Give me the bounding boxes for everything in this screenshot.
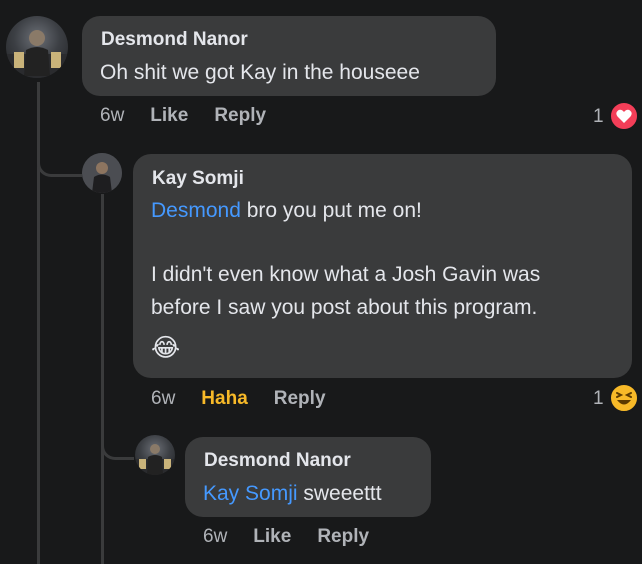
thread-line-reply <box>101 194 104 564</box>
reaction-count[interactable]: 1 <box>593 106 604 128</box>
heart-icon[interactable] <box>609 101 639 131</box>
avatar[interactable] <box>6 16 68 78</box>
comment-author[interactable]: Desmond Nanor <box>101 29 248 51</box>
comment-actions: 6w Like Reply <box>100 105 292 127</box>
comment-text-line-1: Desmond bro you put me on! <box>151 195 422 227</box>
mention-link[interactable]: Kay Somji <box>203 482 298 505</box>
comment-time[interactable]: 6w <box>151 388 175 410</box>
comment-text-line-3: before I saw you post about this program… <box>151 296 538 319</box>
comment-time[interactable]: 6w <box>203 526 227 548</box>
comment-text: Kay Somji sweeettt <box>203 478 382 510</box>
comment-text: Oh shit we got Kay in the houseee <box>100 61 420 84</box>
avatar[interactable] <box>135 435 175 475</box>
avatar[interactable] <box>82 153 122 193</box>
comment-time[interactable]: 6w <box>100 105 124 127</box>
reply-button[interactable]: Reply <box>274 388 326 410</box>
mention-link[interactable]: Desmond <box>151 199 241 222</box>
person-photo-icon <box>6 30 68 78</box>
person-photo-icon <box>82 153 122 193</box>
reply-button[interactable]: Reply <box>317 526 369 548</box>
thread-connector-2 <box>101 424 134 460</box>
comment-actions: 6w Like Reply <box>203 526 395 548</box>
laughing-emoji: 😂 <box>151 334 181 362</box>
comment-author[interactable]: Desmond Nanor <box>204 450 351 472</box>
comment-text-line-2: I didn't even know what a Josh Gavin was <box>151 263 541 286</box>
reaction-count[interactable]: 1 <box>593 388 604 410</box>
thread-connector-1 <box>37 140 82 177</box>
haha-reaction-button[interactable]: Haha <box>201 388 247 410</box>
person-photo-icon <box>135 444 175 475</box>
comment-author[interactable]: Kay Somji <box>152 168 244 190</box>
comment-actions: 6w Haha Reply <box>151 388 352 410</box>
comment-text-rest: sweeettt <box>297 482 382 505</box>
like-button[interactable]: Like <box>253 526 291 548</box>
laughing-face-icon[interactable] <box>609 383 639 413</box>
reply-button[interactable]: Reply <box>214 105 266 127</box>
like-button[interactable]: Like <box>150 105 188 127</box>
comment-text-rest: bro you put me on! <box>240 199 422 222</box>
